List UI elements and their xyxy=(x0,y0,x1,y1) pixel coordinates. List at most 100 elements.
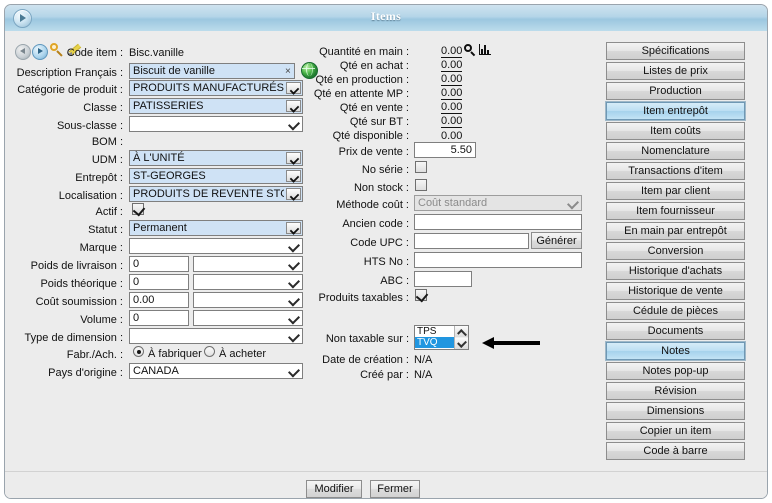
volume-input[interactable]: 0 xyxy=(129,310,189,326)
qte-sur-bt-value[interactable]: 0.00 xyxy=(441,115,463,128)
methode-cout-select: Coût standard xyxy=(414,195,582,211)
sidebar-button-documents[interactable]: Documents xyxy=(606,322,745,340)
label-a-acheter: À acheter xyxy=(219,348,267,360)
sidebar-button-item-par-client[interactable]: Item par client xyxy=(606,182,745,200)
chevron-down-icon[interactable] xyxy=(286,152,301,164)
chevron-down-icon[interactable] xyxy=(287,330,301,343)
non-stock-checkbox[interactable] xyxy=(415,179,427,191)
pays-origine-value: CANADA xyxy=(133,365,179,377)
actif-checkbox[interactable] xyxy=(132,203,144,215)
abc-input[interactable] xyxy=(414,271,472,287)
marque-select[interactable] xyxy=(129,238,303,254)
sidebar-button-dimensions[interactable]: Dimensions xyxy=(606,402,745,420)
scroll-up-icon[interactable] xyxy=(455,326,468,337)
quantite-en-main-value[interactable]: 0.00 xyxy=(441,45,463,58)
classe-select[interactable]: PATISSERIES xyxy=(129,98,303,114)
chevron-down-icon[interactable] xyxy=(286,188,301,200)
categorie-produit-value: PRODUITS MANUFACTURÉS xyxy=(133,82,284,94)
chevron-down-icon[interactable] xyxy=(287,294,301,307)
clear-description-icon[interactable]: × xyxy=(285,67,291,77)
sidebar-button-en-main-par-entrepot[interactable]: En main par entrepôt xyxy=(606,222,745,240)
listbox-scrollbar[interactable] xyxy=(454,326,468,349)
produits-taxables-checkbox[interactable] xyxy=(415,289,427,301)
poids-theorique-input[interactable]: 0 xyxy=(129,274,189,290)
chevron-down-icon[interactable] xyxy=(287,312,301,325)
marque-value xyxy=(133,239,284,253)
items-window: Items Code item : Bisc.vanille Descripti… xyxy=(4,4,768,499)
label-prix-de-vente: Prix de vente : xyxy=(338,146,409,158)
no-serie-checkbox[interactable] xyxy=(415,161,427,173)
fermer-button[interactable]: Fermer xyxy=(370,480,420,498)
label-qte-sur-bt: Qté sur BT : xyxy=(349,116,409,128)
sidebar-button-copier-un-item[interactable]: Copier un item xyxy=(606,422,745,440)
chevron-down-icon[interactable] xyxy=(287,365,301,378)
hts-no-input[interactable] xyxy=(414,252,582,268)
qte-en-production-value[interactable]: 0.00 xyxy=(441,73,463,86)
classe-value: PATISSERIES xyxy=(133,100,204,112)
code-upc-input[interactable] xyxy=(414,233,529,249)
sidebar-button-nomenclature[interactable]: Nomenclature xyxy=(606,142,745,160)
statut-select[interactable]: Permanent xyxy=(129,220,303,236)
chevron-down-icon[interactable] xyxy=(286,170,301,182)
label-no-serie: No série : xyxy=(361,164,409,176)
localisation-select[interactable]: PRODUITS DE REVENTE STG xyxy=(129,186,303,202)
ancien-code-input[interactable] xyxy=(414,214,582,230)
chevron-down-icon[interactable] xyxy=(287,240,301,253)
sidebar-button-listes-de-prix[interactable]: Listes de prix xyxy=(606,62,745,80)
sidebar-button-specifications[interactable]: Spécifications xyxy=(606,42,745,60)
qte-en-achat-value[interactable]: 0.00 xyxy=(441,59,463,72)
scroll-down-icon[interactable] xyxy=(455,338,468,349)
label-statut: Statut : xyxy=(88,224,123,236)
cout-soumission-unit-select[interactable] xyxy=(193,292,303,308)
udm-select[interactable]: À L'UNITÉ xyxy=(129,150,303,166)
sidebar-button-historique-achats[interactable]: Historique d'achats xyxy=(606,262,745,280)
sidebar-button-conversion[interactable]: Conversion xyxy=(606,242,745,260)
sidebar-button-notes-pop-up[interactable]: Notes pop-up xyxy=(606,362,745,380)
quantite-search-icon[interactable] xyxy=(464,44,475,57)
chevron-down-icon[interactable] xyxy=(287,258,301,271)
sidebar-button-production[interactable]: Production xyxy=(606,82,745,100)
generer-button[interactable]: Générer xyxy=(531,232,582,249)
sidebar-button-item-couts[interactable]: Item coûts xyxy=(606,122,745,140)
label-actif: Actif : xyxy=(95,206,123,218)
cout-soumission-input[interactable]: 0.00 xyxy=(129,292,189,308)
sidebar-button-item-entrepot[interactable]: Item entrepôt xyxy=(605,101,746,121)
prix-de-vente-input[interactable]: 5.50 xyxy=(414,142,476,158)
sidebar-button-transactions-item[interactable]: Transactions d'item xyxy=(606,162,745,180)
non-taxable-sur-listbox[interactable]: TPS TVQ xyxy=(414,325,469,350)
modifier-button[interactable]: Modifier xyxy=(306,480,362,498)
poids-livraison-unit-select[interactable] xyxy=(193,256,303,272)
chevron-down-icon[interactable] xyxy=(286,100,301,112)
chevron-down-icon[interactable] xyxy=(287,118,301,131)
description-francais-input[interactable]: Biscuit de vanille xyxy=(129,63,295,79)
qte-en-attente-mp-value[interactable]: 0.00 xyxy=(441,87,463,100)
bar-chart-icon[interactable] xyxy=(479,44,491,55)
volume-unit-select[interactable] xyxy=(193,310,303,326)
sidebar-button-notes[interactable]: Notes xyxy=(605,341,746,361)
entrepot-select[interactable]: ST-GEORGES xyxy=(129,168,303,184)
radio-a-fabriquer[interactable] xyxy=(133,346,144,357)
label-date-creation: Date de création : xyxy=(322,354,409,366)
label-qte-en-production: Qté en production : xyxy=(315,74,409,86)
label-code-upc: Code UPC : xyxy=(350,237,409,249)
poids-livraison-input[interactable]: 0 xyxy=(129,256,189,272)
sidebar-button-revision[interactable]: Révision xyxy=(606,382,745,400)
radio-a-acheter[interactable] xyxy=(204,346,215,357)
sidebar-button-historique-vente[interactable]: Historique de vente xyxy=(606,282,745,300)
sous-classe-select[interactable] xyxy=(129,116,303,132)
label-localisation: Localisation : xyxy=(58,190,123,202)
pays-origine-select[interactable]: CANADA xyxy=(129,363,303,379)
poids-theorique-unit-select[interactable] xyxy=(193,274,303,290)
categorie-produit-select[interactable]: PRODUITS MANUFACTURÉS xyxy=(129,80,303,96)
chevron-down-icon[interactable] xyxy=(287,276,301,289)
sidebar-button-cedule-de-pieces[interactable]: Cédule de pièces xyxy=(606,302,745,320)
label-poids-livraison: Poids de livraison : xyxy=(30,260,123,272)
sidebar-button-item-fournisseur[interactable]: Item fournisseur xyxy=(606,202,745,220)
date-creation-value: N/A xyxy=(414,354,433,366)
qte-en-vente-value[interactable]: 0.00 xyxy=(441,101,463,114)
chevron-down-icon[interactable] xyxy=(286,82,301,94)
window-body: Code item : Bisc.vanille Description Fra… xyxy=(5,31,767,498)
sidebar-button-code-a-barre[interactable]: Code à barre xyxy=(606,442,745,460)
chevron-down-icon[interactable] xyxy=(286,222,301,234)
type-dimension-select[interactable] xyxy=(129,328,303,344)
